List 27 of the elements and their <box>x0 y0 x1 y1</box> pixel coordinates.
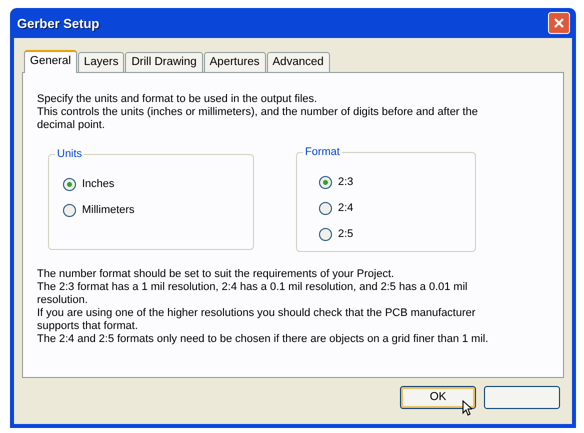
close-button[interactable] <box>548 12 570 34</box>
note-text: The number format should be set to suit the requirements of your Project. <box>37 268 396 281</box>
note-text: The 2:3 format has a 1 mil resolution, 2:4 has a 0.1 mil resolution, and 2:5 has a 0.01 mil resolution. <box>37 281 468 307</box>
tab[interactable]: Layers <box>78 52 124 72</box>
dialog-button[interactable] <box>484 386 560 409</box>
instruction-text: Specify the units and format to be used in the output files. <box>37 93 318 106</box>
instruction-text: This controls the units (inches or millimeters), and the number of digits before and after the decimal point. <box>37 106 479 132</box>
cursor-icon <box>462 400 472 416</box>
radio-button[interactable] <box>319 202 332 214</box>
radio-button[interactable] <box>319 176 332 188</box>
radio-label[interactable]: 2:5 <box>338 228 354 240</box>
tab[interactable]: Drill Drawing <box>125 52 203 72</box>
tab[interactable]: Apertures <box>204 52 266 72</box>
note-text: If you are using one of the higher resolutions you should check that the PCB manufacturer supports that format. <box>37 307 476 333</box>
dialog-button[interactable]: OK <box>400 386 476 409</box>
tab[interactable]: Advanced <box>266 52 330 72</box>
radio-button[interactable] <box>319 228 332 240</box>
radio-label[interactable]: 2:4 <box>338 202 354 214</box>
close-icon <box>553 17 565 29</box>
note-text: The 2:4 and 2:5 formats only need to be chosen if there are objects on a grid finer than 1 mil. <box>37 333 490 346</box>
radio-button[interactable] <box>63 204 76 216</box>
window-title: Gerber Setup <box>17 16 100 30</box>
radio-label[interactable]: Inches <box>82 178 114 190</box>
radio-label[interactable]: 2:3 <box>338 176 354 188</box>
tab[interactable]: General <box>24 50 77 73</box>
radio-button[interactable] <box>63 178 76 190</box>
radio-label[interactable]: Millimeters <box>82 204 135 216</box>
